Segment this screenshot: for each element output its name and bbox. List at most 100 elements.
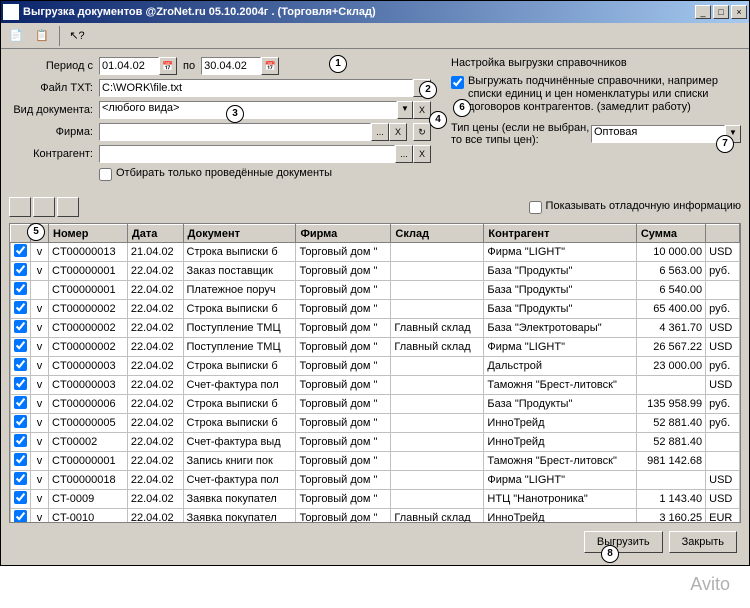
cell-document: Заявка покупател (183, 490, 296, 509)
table-row[interactable]: vCT0000222.04.02Счет-фактура выдТорговый… (11, 433, 740, 452)
firm-input[interactable] (99, 123, 371, 141)
row-checkbox[interactable] (14, 434, 27, 447)
row-checkbox[interactable] (14, 282, 27, 295)
table-row[interactable]: CT0000000122.04.02Платежное поручТорговы… (11, 281, 740, 300)
debug-checkbox[interactable] (529, 201, 542, 214)
cell-currency: USD (706, 243, 740, 262)
cell-date: 22.04.02 (127, 281, 183, 300)
content-area: 1 2 3 4 5 6 7 8 Период с 📅 по 📅 Файл TXT… (1, 49, 749, 565)
col-header[interactable]: Склад (391, 225, 484, 243)
row-checkbox[interactable] (14, 510, 27, 523)
row-checkbox[interactable] (14, 301, 27, 314)
firm-label: Фирма: (9, 126, 99, 138)
row-checkbox[interactable] (14, 491, 27, 504)
contractor-clear-button[interactable]: X (413, 145, 431, 163)
cell-currency: USD (706, 376, 740, 395)
view-button-2[interactable] (33, 197, 55, 217)
cell-sum: 23 000.00 (636, 357, 705, 376)
table-row[interactable]: vCT0000000122.04.02Запись книги покТорго… (11, 452, 740, 471)
table-row[interactable]: vCT0000001321.04.02Строка выписки бТорго… (11, 243, 740, 262)
row-posted-mark: v (31, 452, 49, 471)
row-checkbox[interactable] (14, 453, 27, 466)
price-type-combo[interactable]: Оптовая (591, 125, 725, 143)
col-header[interactable]: Дата (127, 225, 183, 243)
table-row[interactable]: vCT0000000222.04.02Строка выписки бТорго… (11, 300, 740, 319)
period-to-input[interactable] (201, 57, 261, 75)
row-checkbox[interactable] (14, 415, 27, 428)
cell-firm: Торговый дом " (296, 300, 391, 319)
refresh-button[interactable]: ↻ (413, 123, 431, 141)
table-row[interactable]: vCT0000000322.04.02Счет-фактура полТорго… (11, 376, 740, 395)
col-header[interactable]: Контрагент (484, 225, 636, 243)
calendar-to-button[interactable]: 📅 (261, 57, 279, 75)
cell-number: CT00000013 (49, 243, 128, 262)
cell-contractor: Дальстрой (484, 357, 636, 376)
cell-date: 22.04.02 (127, 433, 183, 452)
col-header[interactable]: Номер (49, 225, 128, 243)
doctype-dropdown-icon[interactable]: ▼ (397, 101, 413, 119)
cell-sum: 52 881.40 (636, 433, 705, 452)
row-checkbox[interactable] (14, 320, 27, 333)
firm-browse-button[interactable]: ... (371, 123, 389, 141)
export-button[interactable]: Выгрузить (584, 531, 663, 553)
row-checkbox[interactable] (14, 244, 27, 257)
contractor-browse-button[interactable]: ... (395, 145, 413, 163)
close-button[interactable]: × (731, 5, 747, 19)
only-posted-checkbox[interactable] (99, 168, 112, 181)
cell-store (391, 262, 484, 281)
sub-directories-checkbox[interactable] (451, 76, 464, 89)
cell-contractor: База "Продукты" (484, 262, 636, 281)
cell-currency (706, 281, 740, 300)
cell-firm: Торговый дом " (296, 414, 391, 433)
cell-store (391, 452, 484, 471)
doctype-clear-button[interactable]: X (413, 101, 431, 119)
row-checkbox[interactable] (14, 396, 27, 409)
row-checkbox[interactable] (14, 472, 27, 485)
view-button-1[interactable] (9, 197, 31, 217)
table-row[interactable]: vCT0000000222.04.02Поступление ТМЦТоргов… (11, 319, 740, 338)
period-from-input[interactable] (99, 57, 159, 75)
cell-currency: USD (706, 319, 740, 338)
table-row[interactable]: vCT-001022.04.02Заявка покупателТорговый… (11, 509, 740, 524)
cell-firm: Торговый дом " (296, 490, 391, 509)
file-path-input[interactable] (99, 79, 413, 97)
toolbar-button-2[interactable]: 📋 (31, 25, 53, 47)
minimize-button[interactable]: _ (695, 5, 711, 19)
cell-document: Платежное поруч (183, 281, 296, 300)
documents-grid[interactable]: НомерДатаДокументФирмаСкладКонтрагентСум… (9, 223, 741, 523)
col-header[interactable]: Сумма (636, 225, 705, 243)
contractor-input[interactable] (99, 145, 395, 163)
maximize-button[interactable]: □ (713, 5, 729, 19)
table-row[interactable]: vCT0000000622.04.02Строка выписки бТорго… (11, 395, 740, 414)
row-posted-mark: v (31, 243, 49, 262)
table-row[interactable]: vCT0000001822.04.02Счет-фактура полТорго… (11, 471, 740, 490)
col-header[interactable]: Документ (183, 225, 296, 243)
toolbar-button-1[interactable]: 📄 (5, 25, 27, 47)
callout-7: 7 (716, 135, 734, 153)
row-checkbox[interactable] (14, 377, 27, 390)
table-row[interactable]: vCT0000000122.04.02Заказ поставщикТоргов… (11, 262, 740, 281)
row-checkbox[interactable] (14, 339, 27, 352)
row-checkbox[interactable] (14, 263, 27, 276)
col-header[interactable]: Фирма (296, 225, 391, 243)
cell-number: CT-0009 (49, 490, 128, 509)
toolbar-help-button[interactable]: ↖? (66, 25, 88, 47)
cell-number: CT00000002 (49, 338, 128, 357)
view-button-3[interactable] (57, 197, 79, 217)
calendar-from-button[interactable]: 📅 (159, 57, 177, 75)
row-checkbox[interactable] (14, 358, 27, 371)
firm-clear-button[interactable]: X (389, 123, 407, 141)
table-row[interactable]: vCT0000000522.04.02Строка выписки бТорго… (11, 414, 740, 433)
doctype-combo[interactable]: <любого вида> (99, 101, 397, 119)
cell-date: 22.04.02 (127, 509, 183, 524)
cell-document: Строка выписки б (183, 243, 296, 262)
table-row[interactable]: vCT0000000322.04.02Строка выписки бТорго… (11, 357, 740, 376)
cell-document: Счет-фактура выд (183, 433, 296, 452)
period-to-label: по (183, 60, 195, 72)
cell-date: 22.04.02 (127, 471, 183, 490)
table-row[interactable]: vCT0000000222.04.02Поступление ТМЦТоргов… (11, 338, 740, 357)
close-dialog-button[interactable]: Закрыть (669, 531, 737, 553)
table-row[interactable]: vCT-000922.04.02Заявка покупателТорговый… (11, 490, 740, 509)
cell-currency: USD (706, 471, 740, 490)
col-header[interactable] (706, 225, 740, 243)
